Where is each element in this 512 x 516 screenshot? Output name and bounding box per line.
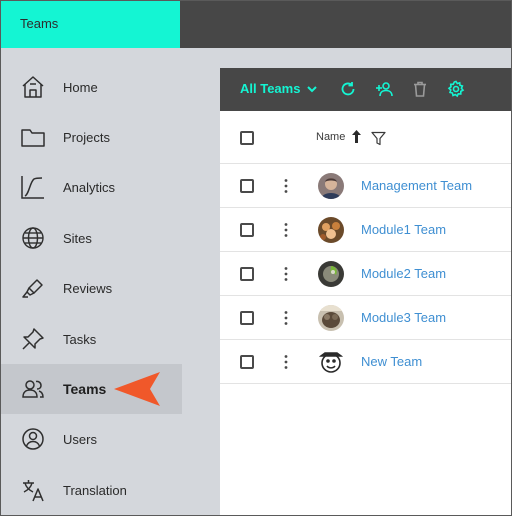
gear-icon[interactable] (447, 80, 465, 98)
avatar (318, 261, 344, 287)
row-checkbox[interactable] (240, 267, 254, 281)
kebab-menu-icon[interactable] (284, 310, 288, 326)
tab-teams[interactable]: Teams (0, 0, 180, 48)
sidebar-item-label: Sites (63, 230, 92, 246)
sidebar-item-label: Projects (63, 129, 110, 145)
sidebar-item-label: Home (63, 79, 98, 95)
translate-icon (20, 477, 46, 503)
callout-arrow-icon (114, 372, 160, 406)
trash-icon[interactable] (411, 80, 429, 98)
globe-icon (20, 225, 46, 251)
refresh-icon[interactable] (339, 80, 357, 98)
table-row[interactable]: Module1 Team (220, 208, 512, 252)
highlighter-icon (20, 275, 46, 301)
user-circle-icon (20, 426, 46, 452)
pin-icon (20, 326, 46, 352)
row-checkbox[interactable] (240, 311, 254, 325)
row-checkbox[interactable] (240, 223, 254, 237)
people-icon (20, 376, 46, 402)
table-row[interactable]: Module2 Team (220, 252, 512, 296)
sort-ascending-icon[interactable] (351, 130, 362, 143)
team-name-link[interactable]: Management Team (361, 178, 472, 193)
table-header: Name (220, 111, 512, 164)
team-name-link[interactable]: Module3 Team (361, 310, 446, 325)
home-icon (20, 74, 46, 100)
sidebar-item-label: Users (63, 431, 97, 447)
team-name-link[interactable]: Module1 Team (361, 222, 446, 237)
sidebar-item-label: Translation (63, 482, 127, 498)
sidebar-item-reviews[interactable]: Reviews (0, 263, 182, 313)
toolbar: All Teams (220, 68, 512, 111)
sidebar-item-label: Tasks (63, 331, 97, 347)
avatar (318, 305, 344, 331)
avatar (318, 173, 344, 199)
top-bar: Teams (0, 0, 512, 48)
sidebar-item-label: Teams (63, 381, 107, 397)
column-header-name[interactable]: Name (316, 131, 345, 143)
table-row[interactable]: Module3 Team (220, 296, 512, 340)
folder-icon (20, 124, 46, 150)
table-row[interactable]: Management Team (220, 164, 512, 208)
sidebar-item-users[interactable]: Users (0, 414, 182, 464)
avatar (318, 217, 344, 243)
kebab-menu-icon[interactable] (284, 266, 288, 282)
default-team-avatar-icon (318, 349, 344, 375)
teams-panel: All Teams Name Management Team Module1 T… (220, 68, 512, 516)
sidebar-item-home[interactable]: Home (0, 62, 182, 112)
all-teams-dropdown[interactable]: All Teams (240, 81, 318, 96)
kebab-menu-icon[interactable] (284, 178, 288, 194)
team-name-link[interactable]: Module2 Team (361, 266, 446, 281)
filter-icon[interactable] (371, 131, 386, 146)
kebab-menu-icon[interactable] (284, 354, 288, 370)
sidebar: Home Projects Analytics Sites Reviews Ta… (0, 48, 220, 516)
sidebar-item-label: Reviews (63, 280, 113, 296)
all-teams-label: All Teams (240, 81, 301, 96)
row-checkbox[interactable] (240, 179, 254, 193)
team-name-link[interactable]: New Team (361, 354, 422, 369)
row-checkbox[interactable] (240, 355, 254, 369)
sidebar-item-translation[interactable]: Translation (0, 465, 182, 515)
sidebar-item-sites[interactable]: Sites (0, 213, 182, 263)
kebab-menu-icon[interactable] (284, 222, 288, 238)
chevron-down-icon (307, 85, 318, 92)
add-user-icon[interactable] (375, 80, 393, 98)
sidebar-item-label: Analytics (63, 179, 116, 195)
analytics-icon (20, 174, 46, 200)
sidebar-item-tasks[interactable]: Tasks (0, 314, 182, 364)
sidebar-item-projects[interactable]: Projects (0, 112, 182, 162)
select-all-checkbox[interactable] (240, 131, 254, 145)
sidebar-item-analytics[interactable]: Analytics (0, 162, 182, 212)
table-row[interactable]: New Team (220, 340, 512, 384)
